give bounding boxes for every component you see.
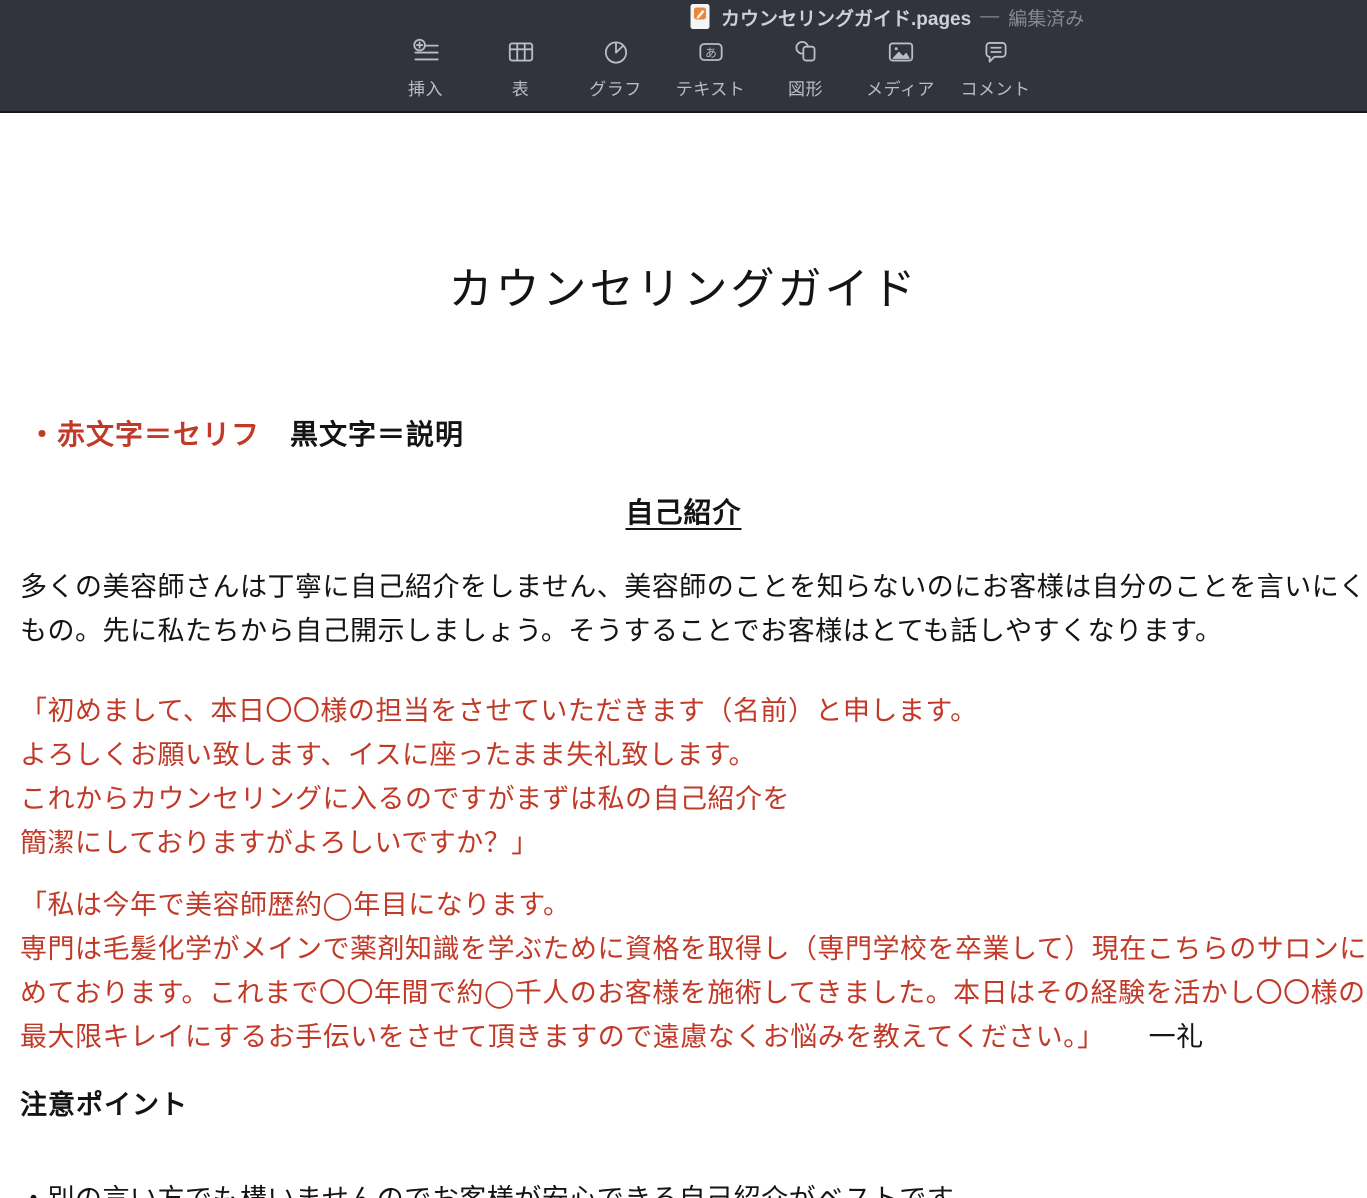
text-line: 専門は毛髪化学がメインで薬剤知識を学ぶために資格を取得し（専門学校を卒業して）現… (20, 927, 1367, 971)
quote2-last-line: 最大限キレイにするお手伝いをさせて頂きますので遠慮なくお悩みを教えてください。」 (20, 1022, 1105, 1052)
text-line: めております。これまで〇〇年間で約◯千人のお客様を施術してきました。本日はその経… (20, 971, 1367, 1015)
pages-document-icon (688, 3, 712, 31)
toolbar-buttons: 挿入 表 グラフ (378, 36, 1043, 100)
note-bullet-line[interactable]: ・別の言い方でも構いませんのでお客様が安心できる自己紹介がベストです (20, 1177, 954, 1198)
table-icon (505, 36, 537, 68)
toolbar-button-comment[interactable]: コメント (948, 36, 1043, 100)
toolbar-label-media: メディア (866, 75, 935, 100)
chart-icon (600, 36, 632, 68)
toolbar-label-text: テキスト (676, 75, 746, 100)
intro-paragraph[interactable]: 多くの美容師さんは丁寧に自己紹介をしません、美容師のことを知らないのにお客様は自… (20, 565, 1367, 653)
quote1-paragraph[interactable]: 「初めまして、本日〇〇様の担当をさせていただきます（名前）と申します。 よろしく… (20, 689, 978, 865)
text-line: 「初めまして、本日〇〇様の担当をさせていただきます（名前）と申します。 (20, 689, 978, 733)
textbox-icon: あ (695, 36, 727, 68)
toolbar-button-table[interactable]: 表 (473, 36, 568, 100)
text-line: 「私は今年で美容師歴約◯年目になります。 (20, 883, 1367, 927)
shape-icon (790, 36, 822, 68)
legend-black-label: 黒文字＝説明 (290, 420, 464, 451)
window-title-separator: — (980, 6, 999, 28)
toolbar-button-media[interactable]: メディア (853, 36, 948, 100)
text-line: これからカウンセリングに入るのですがまずは私の自己紹介を (20, 777, 978, 821)
window-title-status: 編集済み (1008, 4, 1084, 31)
toolbar-label-table: 表 (512, 75, 530, 100)
text-line: 簡潔にしておりますがよろしいですか？」 (20, 821, 978, 865)
toolbar-label-chart: グラフ (589, 75, 642, 100)
toolbar-button-chart[interactable]: グラフ (568, 36, 663, 100)
document-title[interactable]: カウンセリングガイド (0, 253, 1367, 317)
text-line: もの。先に私たちから自己開示しましょう。そうすることでお客様はとても話しやすくな… (20, 609, 1367, 653)
window-titlebar: カウンセリングガイド.pages — 編集済み (688, 0, 1084, 34)
comment-icon (980, 36, 1012, 68)
toolbar-label-shape: 図形 (788, 75, 823, 100)
toolbar-label-insert: 挿入 (408, 75, 443, 100)
quote2-paragraph[interactable]: 「私は今年で美容師歴約◯年目になります。 専門は毛髪化学がメインで薬剤知識を学ぶ… (20, 883, 1367, 1059)
media-icon (885, 36, 917, 68)
legend-red-label: ・赤文字＝セリフ (28, 420, 260, 451)
toolbar-label-comment: コメント (961, 75, 1031, 100)
toolbar-button-shape[interactable]: 図形 (758, 36, 853, 100)
text-line: 多くの美容師さんは丁寧に自己紹介をしません、美容師のことを知らないのにお客様は自… (20, 565, 1367, 609)
window-title-filename: カウンセリングガイド.pages (721, 4, 971, 31)
svg-text:あ: あ (705, 47, 717, 60)
document-canvas[interactable]: カウンセリングガイド ・赤文字＝セリフ黒文字＝説明 自己紹介 多くの美容師さんは… (0, 115, 1367, 1198)
text-line: 最大限キレイにするお手伝いをさせて頂きますので遠慮なくお悩みを教えてください。」… (20, 1015, 1367, 1059)
app-toolbar: カウンセリングガイド.pages — 編集済み 挿入 (0, 0, 1367, 113)
text-line: よろしくお願い致します、イスに座ったまま失礼致します。 (20, 733, 978, 777)
legend-line[interactable]: ・赤文字＝セリフ黒文字＝説明 (28, 413, 464, 453)
section-heading[interactable]: 自己紹介 (0, 491, 1367, 531)
quote2-suffix-black: 一礼 (1149, 1022, 1204, 1052)
insert-icon (410, 36, 442, 68)
toolbar-button-insert[interactable]: 挿入 (378, 36, 473, 100)
toolbar-button-text[interactable]: あ テキスト (663, 36, 758, 100)
note-heading[interactable]: 注意ポイント (20, 1083, 188, 1122)
